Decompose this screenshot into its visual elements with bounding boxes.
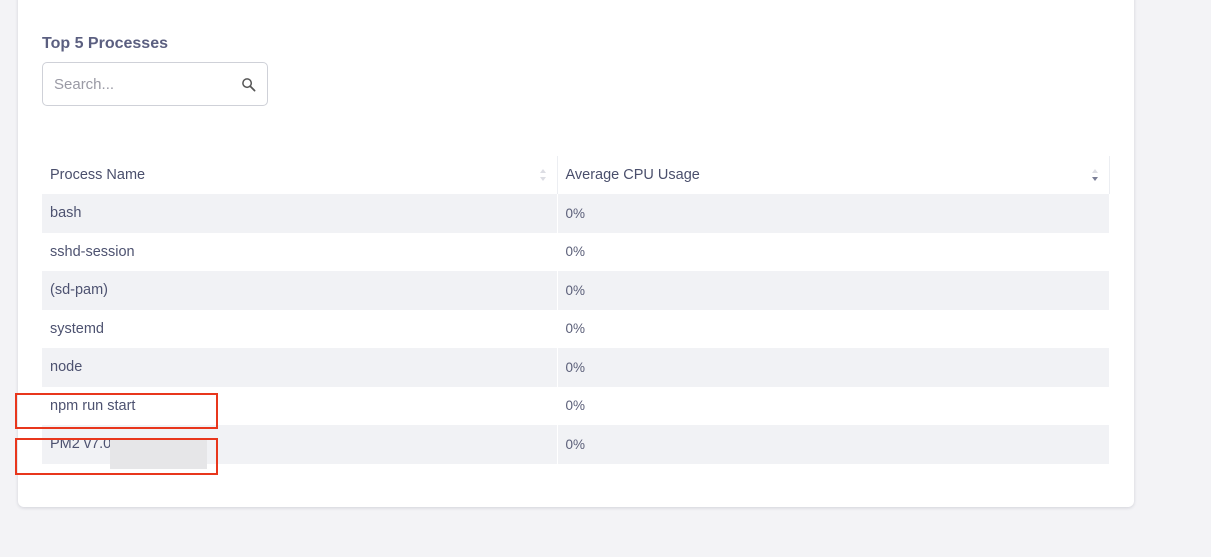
column-header-average-cpu[interactable]: Average CPU Usage: [557, 156, 1110, 194]
cpu-usage-cell: 0%: [557, 348, 1109, 387]
cpu-usage-cell: 0%: [557, 232, 1109, 271]
cpu-usage-cell: 0%: [557, 309, 1109, 348]
cpu-usage-cell: 0%: [557, 386, 1109, 425]
highlight-box-npm-run-start: [15, 393, 218, 429]
table-row[interactable]: systemd 0%: [42, 309, 1109, 348]
column-header-label: Process Name: [50, 167, 146, 183]
table-row[interactable]: sshd-session 0%: [42, 232, 1109, 271]
process-name-cell: sshd-session: [42, 232, 558, 271]
table-row[interactable]: node 0%: [42, 348, 1109, 387]
highlight-box-pm2: [15, 438, 218, 475]
search-input[interactable]: [54, 63, 234, 105]
search-icon[interactable]: [241, 77, 256, 92]
process-name-cell: (sd-pam): [42, 271, 558, 310]
table-row[interactable]: bash 0%: [42, 194, 1109, 233]
column-header-label: Average CPU Usage: [565, 167, 700, 183]
process-name-cell: node: [42, 348, 558, 387]
sort-descending-icon[interactable]: [1091, 167, 1099, 183]
panel-title: Top 5 Processes: [42, 35, 168, 52]
cpu-usage-cell: 0%: [557, 194, 1109, 233]
process-name-cell: bash: [42, 194, 558, 233]
column-header-process-name[interactable]: Process Name: [42, 156, 558, 194]
search-box[interactable]: [42, 62, 268, 106]
sort-icon[interactable]: [539, 167, 547, 183]
table-header-row: Process Name Average CPU Usage: [42, 156, 1110, 194]
processes-card: Top 5 Processes Process Name: [18, 0, 1134, 507]
table-row[interactable]: (sd-pam) 0%: [42, 271, 1109, 310]
cpu-usage-cell: 0%: [557, 425, 1109, 464]
process-name-cell: systemd: [42, 309, 558, 348]
cpu-usage-cell: 0%: [557, 271, 1109, 310]
